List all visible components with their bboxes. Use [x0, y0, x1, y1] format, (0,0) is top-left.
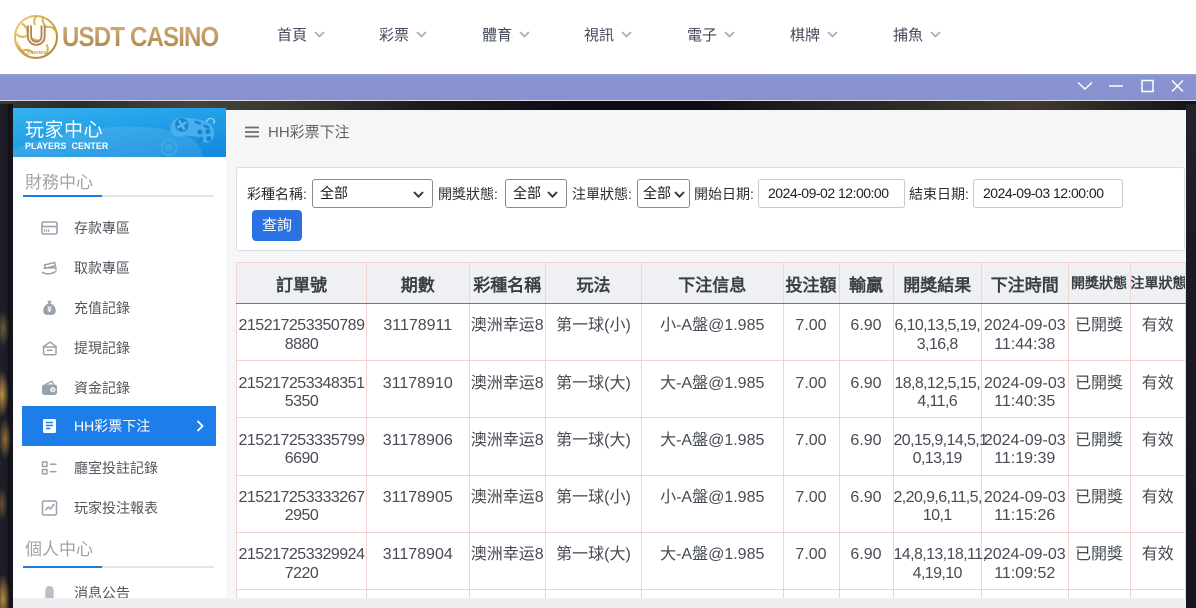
- svg-text:¥: ¥: [47, 305, 52, 314]
- svg-text:CASINO: CASINO: [27, 50, 47, 55]
- svg-text:¥: ¥: [51, 388, 54, 394]
